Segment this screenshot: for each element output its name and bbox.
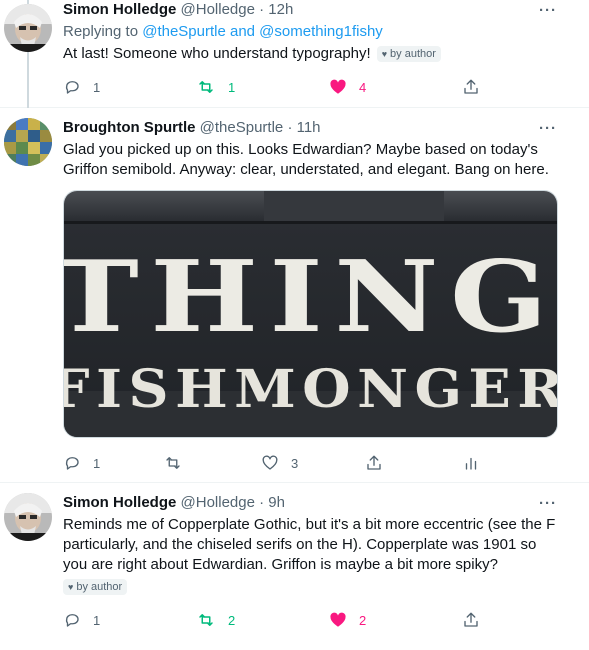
- analytics-icon: [465, 457, 477, 470]
- badge-label: by author: [76, 581, 123, 593]
- analytics-button[interactable]: [462, 453, 480, 473]
- tweet[interactable]: Simon Holledge @Holledge · 12h ··· Reply…: [0, 0, 589, 108]
- avatar[interactable]: [4, 4, 52, 52]
- share-icon: [367, 455, 381, 470]
- liked-by-author-row: ♥ by author: [57, 577, 128, 597]
- reply-icon: [65, 457, 79, 470]
- retweet-icon: [166, 457, 180, 469]
- avatar[interactable]: [4, 493, 52, 541]
- like-count: 2: [359, 612, 367, 628]
- retweet-icon: [199, 81, 213, 93]
- reply-count: 1: [93, 79, 101, 95]
- display-name[interactable]: Simon Holledge: [63, 494, 176, 511]
- liked-by-author-badge: ♥ by author: [376, 46, 441, 62]
- retweet-button[interactable]: 2: [196, 610, 235, 630]
- more-icon[interactable]: ···: [539, 496, 557, 511]
- timestamp[interactable]: · 11h: [287, 119, 320, 136]
- retweet-icon: [199, 614, 213, 626]
- heart-icon: [330, 612, 346, 627]
- tweet-text: Glad you picked up on this. Looks Edward…: [63, 141, 549, 178]
- reply-button[interactable]: 1: [63, 610, 100, 630]
- heart-icon: [262, 455, 278, 470]
- timestamp[interactable]: · 12h: [259, 1, 293, 18]
- tweet-header: Broughton Spurtle @theSpurtle · 11h: [63, 118, 321, 138]
- avatar[interactable]: [4, 118, 52, 166]
- tweet-text: Reminds me of Copperplate Gothic, but it…: [63, 516, 556, 573]
- share-icon: [464, 612, 478, 627]
- like-count: 3: [291, 455, 299, 471]
- like-count: 4: [359, 79, 367, 95]
- like-button[interactable]: 3: [261, 453, 298, 473]
- share-button[interactable]: [462, 77, 480, 97]
- retweet-button[interactable]: 1: [196, 77, 235, 97]
- share-button[interactable]: [365, 453, 383, 473]
- user-handle[interactable]: @Holledge: [181, 1, 255, 18]
- tweet-actions: 1 3: [63, 453, 483, 473]
- share-icon: [464, 79, 478, 94]
- reply-count: 1: [93, 455, 101, 471]
- tweet-header: Simon Holledge @Holledge · 9h: [63, 493, 285, 513]
- retweet-count: 2: [228, 612, 236, 628]
- user-handle[interactable]: @theSpurtle: [200, 119, 284, 136]
- reply-icon: [65, 614, 79, 627]
- like-button[interactable]: 4: [329, 77, 366, 97]
- heart-icon: [330, 79, 346, 94]
- retweet-button[interactable]: [163, 453, 183, 473]
- reply-button[interactable]: 1: [63, 453, 100, 473]
- thread-line: [27, 52, 29, 108]
- tweet-text: At last! Someone who understand typograp…: [63, 44, 441, 64]
- small-heart-icon: ♥: [68, 582, 74, 592]
- tweet[interactable]: Broughton Spurtle @theSpurtle · 11h ··· …: [0, 108, 589, 483]
- tweet-text-content: At last! Someone who understand typograp…: [63, 45, 371, 62]
- reply-icon: [65, 81, 79, 94]
- user-handle[interactable]: @Holledge: [181, 494, 255, 511]
- reply-button[interactable]: 1: [63, 77, 100, 97]
- sign-line-2: FISHMONGER: [64, 359, 558, 420]
- tweet-header: Simon Holledge @Holledge · 12h: [63, 0, 293, 20]
- replying-to-label: Replying to: [63, 23, 143, 40]
- retweet-count: 1: [228, 79, 236, 95]
- share-button[interactable]: [462, 610, 480, 630]
- tweet-actions: 1 1 4: [63, 77, 483, 97]
- tweet-actions: 1 2 2: [63, 610, 483, 630]
- more-icon[interactable]: ···: [539, 121, 557, 136]
- sign-line-1: THING: [64, 240, 558, 355]
- replying-to: Replying to @theSpurtle and @something1f…: [63, 22, 383, 42]
- reply-mentions-link[interactable]: @theSpurtle and @something1fishy: [142, 23, 383, 40]
- display-name[interactable]: Broughton Spurtle: [63, 119, 195, 136]
- liked-by-author-badge: ♥ by author: [63, 579, 128, 595]
- like-button[interactable]: 2: [329, 610, 366, 630]
- display-name[interactable]: Simon Holledge: [63, 1, 176, 18]
- badge-label: by author: [390, 48, 436, 60]
- more-icon[interactable]: ···: [539, 3, 557, 18]
- reply-count: 1: [93, 612, 101, 628]
- small-heart-icon: ♥: [381, 49, 388, 59]
- tweet[interactable]: Simon Holledge @Holledge · 9h ··· Remind…: [0, 483, 589, 650]
- tweet-image[interactable]: THING FISHMONGER: [63, 190, 558, 438]
- timestamp[interactable]: · 9h: [259, 494, 285, 511]
